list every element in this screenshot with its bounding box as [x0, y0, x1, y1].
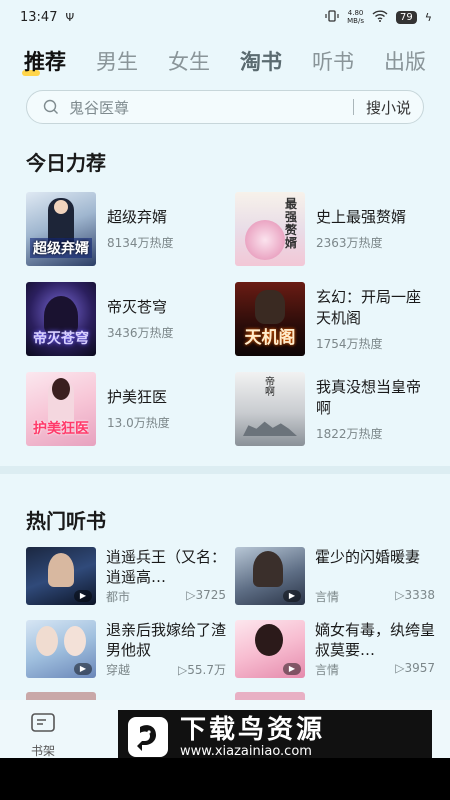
book-title: 史上最强赘婿: [316, 208, 407, 226]
search-divider: [352, 99, 354, 115]
audiobook-tag: 言情: [315, 663, 340, 677]
audiobook-cover: ▶: [26, 547, 96, 605]
audiobook-plays: ▷55.7万: [178, 663, 226, 677]
audiobook-title: 逍遥兵王（又名：逍遥高…: [106, 548, 227, 586]
play-icon: ▶: [74, 663, 92, 675]
book-title: 超级弃婿: [107, 208, 168, 226]
book-cover: 帝灭苍穹: [26, 282, 96, 356]
cover-title: 帝灭苍穹: [33, 331, 89, 347]
lightning-icon: ϟ: [424, 10, 432, 24]
tab-publish[interactable]: 出版: [384, 46, 426, 76]
audiobook-plays: ▷3338: [395, 588, 435, 602]
watermark-banner: 下载鸟资源 www.xiazainiao.com: [118, 710, 432, 764]
book-card[interactable]: 天机阁 玄幻：开局一座天机阁 1754万热度: [235, 282, 435, 356]
audiobook-title: 退亲后我嫁给了渣男他叔: [106, 621, 227, 659]
wifi-icon: [372, 9, 388, 25]
audiobook-cover: ▶: [26, 620, 96, 678]
tab-female[interactable]: 女生: [168, 46, 210, 76]
bookshelf-label: 书架: [30, 744, 55, 758]
status-bar: 13:47 Ψ 4.80 MB/s 79 ϟ: [0, 0, 450, 34]
net-speed: 4.80 MB/s: [347, 9, 364, 25]
book-cover: 护美狂医: [26, 372, 96, 446]
audiobook-title: 嫡女有毒，纨绔皇叔莫要…: [315, 621, 436, 659]
book-title: 玄幻：开局一座天机阁: [316, 287, 422, 327]
status-time: 13:47: [20, 9, 58, 25]
book-heat: 3436万热度: [107, 326, 174, 340]
book-card[interactable]: 帝灭苍穹 帝灭苍穹 3436万热度: [26, 282, 226, 356]
book-card[interactable]: 帝啊 我真没想当皇帝啊 1822万热度: [235, 372, 435, 446]
audiobook-plays: ▷3957: [395, 661, 435, 675]
audiobook-title: 霍少的闪婚暖妻: [315, 548, 421, 566]
play-icon: ▶: [283, 590, 301, 602]
bird-logo-icon: [128, 717, 168, 757]
cover-title: 护美狂医: [33, 421, 89, 437]
cover-title: 最强赘婿: [284, 197, 297, 250]
cover-title: 超级弃婿: [30, 238, 92, 258]
search-bar[interactable]: 鬼谷医尊 搜小说: [26, 90, 424, 124]
audiobook-tag: 都市: [106, 590, 131, 604]
audiobook-cover: ▶: [235, 620, 305, 678]
book-cover: 天机阁: [235, 282, 305, 356]
book-card[interactable]: 最强赘婿 史上最强赘婿 2363万热度: [235, 192, 435, 266]
book-cover: 帝啊: [235, 372, 305, 446]
vibrate-icon: [325, 9, 339, 25]
watermark-url: www.xiazainiao.com: [180, 743, 312, 759]
usb-icon: Ψ: [65, 10, 75, 24]
battery-level: 79: [396, 10, 417, 24]
book-heat: 1822万热度: [316, 426, 383, 441]
search-input[interactable]: 鬼谷医尊: [69, 97, 353, 118]
audiobook-card[interactable]: ▶ 退亲后我嫁给了渣男他叔 穿越 ▷55.7万: [26, 620, 226, 678]
nav-bookshelf[interactable]: 书架: [30, 712, 56, 759]
search-button[interactable]: 搜小说: [366, 97, 411, 118]
book-title: 我真没想当皇帝啊: [316, 377, 422, 417]
bookshelf-icon: [30, 712, 56, 738]
tab-male[interactable]: 男生: [96, 46, 138, 76]
category-tabs: 推荐 男生 女生 淘书 听书 出版: [22, 44, 426, 78]
book-heat: 13.0万热度: [107, 416, 170, 430]
book-cover: 最强赘婿: [235, 192, 305, 266]
section-divider: [0, 466, 450, 474]
book-card[interactable]: 护美狂医 护美狂医 13.0万热度: [26, 372, 226, 446]
book-heat: 2363万热度: [316, 236, 383, 250]
recommend-section-title: 今日力荐: [26, 151, 106, 175]
book-cover: 超级弃婿: [26, 192, 96, 266]
book-title: 帝灭苍穹: [107, 298, 168, 316]
audiobook-cover: ▶: [235, 547, 305, 605]
play-icon: ▶: [74, 590, 92, 602]
watermark-title: 下载鸟资源: [180, 714, 326, 745]
book-card[interactable]: 超级弃婿 超级弃婿 8134万热度: [26, 192, 226, 266]
book-title: 护美狂医: [107, 388, 168, 406]
audiobook-card[interactable]: ▶ 逍遥兵王（又名：逍遥高… 都市 ▷3725: [26, 547, 226, 605]
book-heat: 8134万热度: [107, 236, 174, 250]
audiobook-tag: 穿越: [106, 663, 131, 677]
audiobook-plays: ▷3725: [186, 588, 226, 602]
tab-taoshu[interactable]: 淘书: [240, 46, 282, 76]
book-heat: 1754万热度: [316, 336, 383, 351]
audiobook-card[interactable]: ▶ 霍少的闪婚暖妻 言情 ▷3338: [235, 547, 435, 605]
tab-audiobook[interactable]: 听书: [312, 46, 354, 76]
search-icon: [43, 99, 59, 115]
cover-title: 天机阁: [244, 328, 296, 348]
audiobook-section-title: 热门听书: [26, 509, 106, 533]
system-nav-bar: [0, 758, 450, 800]
tab-recommend[interactable]: 推荐: [22, 46, 66, 76]
audiobook-card[interactable]: ▶ 嫡女有毒，纨绔皇叔莫要… 言情 ▷3957: [235, 620, 435, 678]
audiobook-tag: 言情: [315, 590, 340, 604]
play-icon: ▶: [283, 663, 301, 675]
